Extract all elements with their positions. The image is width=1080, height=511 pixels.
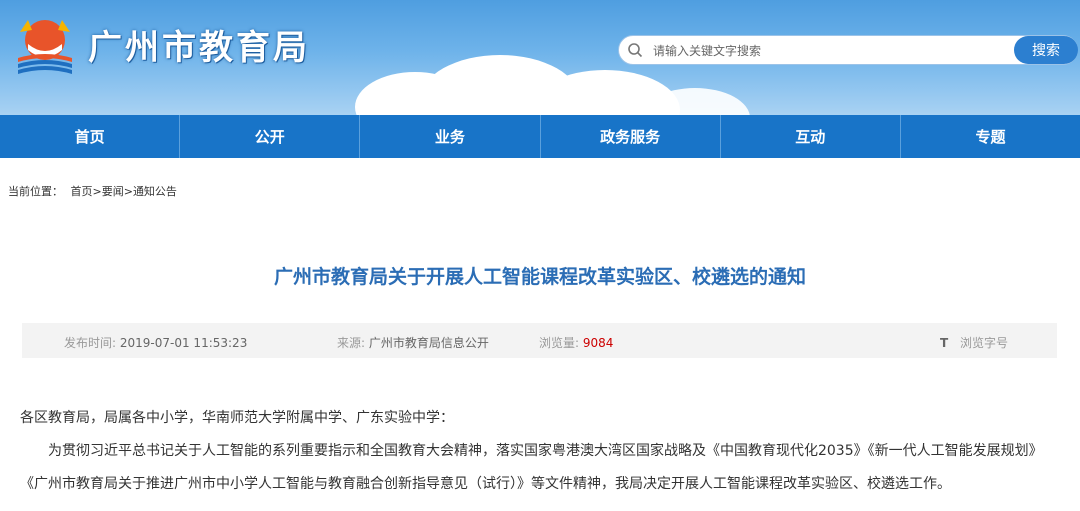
article-source: 来源: 广州市教育局信息公开 xyxy=(337,334,489,351)
nav-item-government-services[interactable]: 政务服务 xyxy=(541,115,721,158)
nav-item-disclosure[interactable]: 公开 xyxy=(180,115,361,158)
publish-time-value: 2019-07-01 11:53:23 xyxy=(119,336,248,350)
breadcrumb-home[interactable]: 首页 xyxy=(71,185,93,198)
breadcrumb-current[interactable]: 通知公告 xyxy=(133,185,177,198)
publish-time: 发布时间: 2019-07-01 11:53:23 xyxy=(64,334,247,351)
breadcrumb-news[interactable]: 要闻 xyxy=(102,185,124,198)
search-button[interactable]: 搜索 xyxy=(1014,36,1078,64)
views-value: 9084 xyxy=(582,336,614,350)
article-meta-bar: 发布时间: 2019-07-01 11:53:23 来源: 广州市教育局信息公开… xyxy=(22,323,1057,358)
font-size-control[interactable]: T 浏览字号 xyxy=(940,334,1008,351)
breadcrumb-prefix: 当前位置： xyxy=(8,185,63,198)
search-box xyxy=(618,35,1078,65)
source-value: 广州市教育局信息公开 xyxy=(368,336,489,350)
font-size-label[interactable]: 浏览字号 xyxy=(960,336,1008,350)
view-count: 浏览量: 9084 xyxy=(539,334,613,351)
views-label: 浏览量: xyxy=(539,336,580,350)
source-label: 来源: xyxy=(337,336,366,350)
search-icon xyxy=(628,43,643,58)
breadcrumb-separator: > xyxy=(92,185,102,198)
nav-item-interaction[interactable]: 互动 xyxy=(721,115,901,158)
nav-item-topics[interactable]: 专题 xyxy=(901,115,1080,158)
font-size-icon: T xyxy=(940,336,949,350)
article-salutation: 各区教育局，局属各中小学，华南师范大学附属中学、广东实验中学： xyxy=(20,410,454,426)
search-input[interactable] xyxy=(651,40,1015,62)
article-paragraph: 为贯彻习近平总书记关于人工智能的系列重要指示和全国教育大会精神，落实国家粤港澳大… xyxy=(20,443,1043,492)
nav-item-home[interactable]: 首页 xyxy=(0,115,181,158)
article-title: 广州市教育局关于开展人工智能课程改革实验区、校遴选的通知 xyxy=(273,266,806,288)
article-body: 各区教育局，局属各中小学，华南师范大学附属中学、广东实验中学： 为贯彻习近平总书… xyxy=(20,402,1060,501)
publish-label: 发布时间: xyxy=(64,336,117,350)
site-name[interactable]: 广州市教育局 xyxy=(88,20,310,69)
nav-item-business[interactable]: 业务 xyxy=(360,115,541,158)
main-nav: 首页 公开 业务 政务服务 互动 专题 xyxy=(0,115,1080,158)
header-banner: 广州市教育局 搜索 xyxy=(0,0,1080,115)
education-bureau-logo-icon[interactable] xyxy=(12,14,78,76)
breadcrumb-separator: > xyxy=(123,185,133,198)
breadcrumb: 当前位置： 首页>要闻>通知公告 xyxy=(8,183,177,199)
